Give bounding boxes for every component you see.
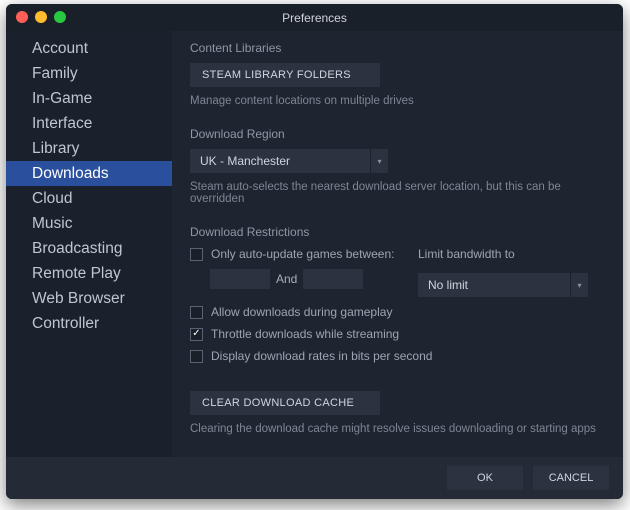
- main-panel: Content Libraries STEAM LIBRARY FOLDERS …: [172, 31, 623, 457]
- display-bits-checkbox[interactable]: [190, 350, 203, 363]
- clear-cache-section: CLEAR DOWNLOAD CACHE Clearing the downlo…: [190, 391, 605, 435]
- content-libraries-section: Content Libraries STEAM LIBRARY FOLDERS …: [190, 41, 605, 107]
- sidebar-item-downloads[interactable]: Downloads: [6, 161, 172, 186]
- checkbox-label: Display download rates in bits per secon…: [211, 349, 432, 363]
- auto-update-label: Only auto-update games between:: [211, 247, 394, 261]
- checkbox-label: Throttle downloads while streaming: [211, 327, 399, 341]
- steam-library-folders-button[interactable]: STEAM LIBRARY FOLDERS: [190, 63, 380, 87]
- sidebar-item-music[interactable]: Music: [6, 211, 172, 236]
- checkbox-label: Allow downloads during gameplay: [211, 305, 392, 319]
- section-description: Manage content locations on multiple dri…: [190, 95, 605, 107]
- preferences-window: Preferences Account Family In-Game Inter…: [6, 4, 623, 499]
- throttle-while-streaming-checkbox[interactable]: [190, 328, 203, 341]
- download-restrictions-section: Download Restrictions Only auto-update g…: [190, 225, 605, 371]
- section-heading: Content Libraries: [190, 41, 605, 55]
- auto-update-checkbox[interactable]: [190, 248, 203, 261]
- section-description: Clearing the download cache might resolv…: [190, 423, 605, 435]
- sidebar: Account Family In-Game Interface Library…: [6, 31, 172, 457]
- sidebar-item-remote-play[interactable]: Remote Play: [6, 261, 172, 286]
- chevron-down-icon: ▾: [370, 149, 388, 173]
- auto-update-start-input[interactable]: [210, 269, 270, 289]
- titlebar: Preferences: [6, 4, 623, 31]
- cancel-button[interactable]: CANCEL: [533, 466, 609, 490]
- download-region-select[interactable]: UK - Manchester ▾: [190, 149, 388, 173]
- close-icon[interactable]: [16, 11, 28, 23]
- auto-update-end-input[interactable]: [303, 269, 363, 289]
- select-value: No limit: [418, 273, 570, 297]
- select-value: UK - Manchester: [190, 149, 370, 173]
- window-controls: [16, 11, 66, 23]
- fullscreen-icon[interactable]: [54, 11, 66, 23]
- sidebar-item-account[interactable]: Account: [6, 36, 172, 61]
- dialog-footer: OK CANCEL: [6, 457, 623, 499]
- bandwidth-limit-select[interactable]: No limit ▾: [418, 273, 588, 297]
- section-heading: Download Region: [190, 127, 605, 141]
- chevron-down-icon: ▾: [570, 273, 588, 297]
- minimize-icon[interactable]: [35, 11, 47, 23]
- allow-during-gameplay-checkbox[interactable]: [190, 306, 203, 319]
- window-title: Preferences: [282, 11, 347, 25]
- sidebar-item-library[interactable]: Library: [6, 136, 172, 161]
- sidebar-item-family[interactable]: Family: [6, 61, 172, 86]
- limit-bandwidth-label: Limit bandwidth to: [418, 247, 588, 261]
- download-region-section: Download Region UK - Manchester ▾ Steam …: [190, 127, 605, 205]
- sidebar-item-controller[interactable]: Controller: [6, 311, 172, 336]
- sidebar-item-broadcasting[interactable]: Broadcasting: [6, 236, 172, 261]
- section-description: Steam auto-selects the nearest download …: [190, 181, 605, 205]
- sidebar-item-interface[interactable]: Interface: [6, 111, 172, 136]
- clear-download-cache-button[interactable]: CLEAR DOWNLOAD CACHE: [190, 391, 380, 415]
- sidebar-item-cloud[interactable]: Cloud: [6, 186, 172, 211]
- sidebar-item-in-game[interactable]: In-Game: [6, 86, 172, 111]
- ok-button[interactable]: OK: [447, 466, 523, 490]
- section-heading: Download Restrictions: [190, 225, 605, 239]
- and-label: And: [276, 272, 297, 286]
- sidebar-item-web-browser[interactable]: Web Browser: [6, 286, 172, 311]
